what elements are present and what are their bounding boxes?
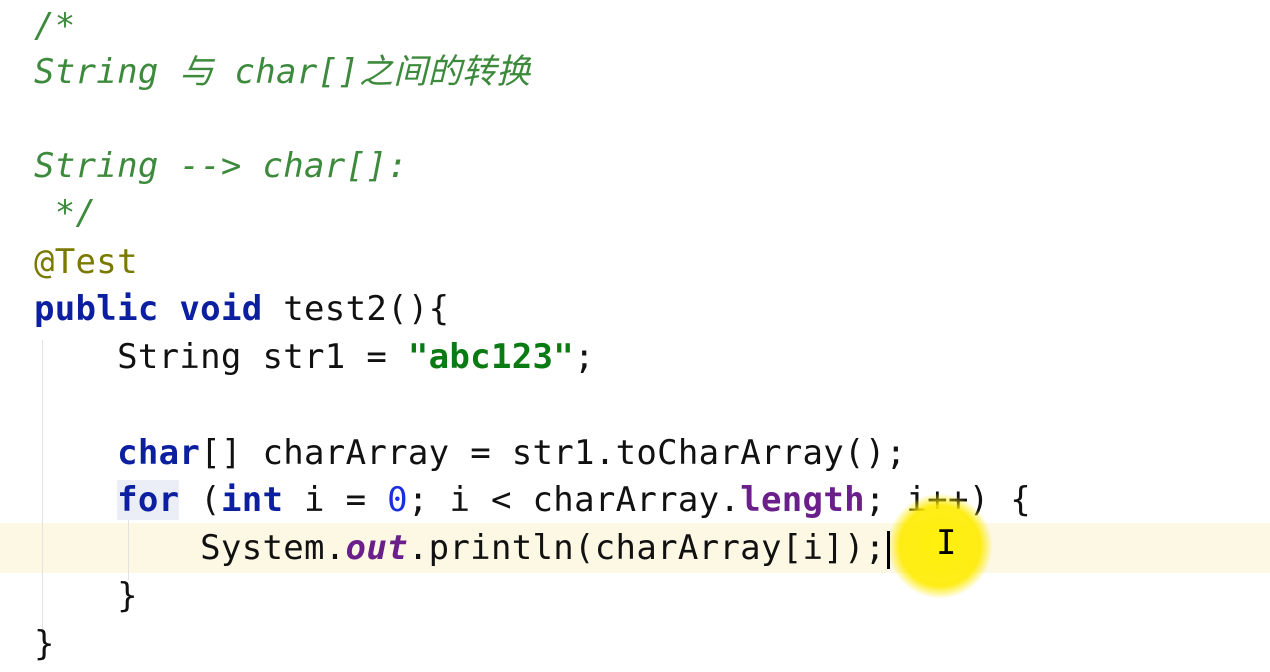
comment-close: */ <box>34 193 97 233</box>
for-init: i = <box>283 480 388 520</box>
string-decl-line: String str1 = "abc123"; <box>34 333 595 381</box>
for-open: ( <box>179 480 221 520</box>
println-call: .println(charArray[i]); <box>407 528 886 568</box>
text-caret <box>886 530 890 569</box>
method-signature: test2(){ <box>262 289 450 329</box>
code-editor[interactable]: /* String 与 char[]之间的转换 String --> char[… <box>0 0 1270 672</box>
for-cond: ; i < charArray. <box>407 480 741 520</box>
comment-open: /* <box>34 6 76 46</box>
field-length: length <box>740 480 865 520</box>
char-array-line: char[] charArray = str1.toCharArray(); <box>34 429 906 477</box>
keyword-void: void <box>179 289 263 329</box>
static-out: out <box>345 528 408 568</box>
println-line: System.out.println(charArray[i]); <box>34 524 890 572</box>
keyword-char: char <box>117 433 201 473</box>
char-array-rest: [] charArray = str1.toCharArray(); <box>200 433 907 473</box>
number-zero: 0 <box>387 480 408 520</box>
keyword-public: public <box>34 289 159 329</box>
system-ref: System. <box>34 528 346 568</box>
method-signature-line: public void test2(){ <box>34 285 449 333</box>
test-annotation: @Test <box>34 242 138 282</box>
i-beam-icon: I <box>936 523 957 563</box>
string-decl-end: ; <box>574 337 595 377</box>
comment-title: String 与 char[]之间的转换 <box>34 52 531 92</box>
close-outer-brace: } <box>34 624 55 664</box>
comment-conversion: String --> char[]: <box>34 146 408 186</box>
keyword-int: int <box>220 480 284 520</box>
close-inner-brace: } <box>34 576 138 616</box>
string-literal: "abc123" <box>407 337 575 377</box>
keyword-for: for <box>117 480 180 520</box>
string-decl: String str1 = <box>34 337 408 377</box>
for-loop-line: for (int i = 0; i < charArray.length; i+… <box>34 476 1031 524</box>
